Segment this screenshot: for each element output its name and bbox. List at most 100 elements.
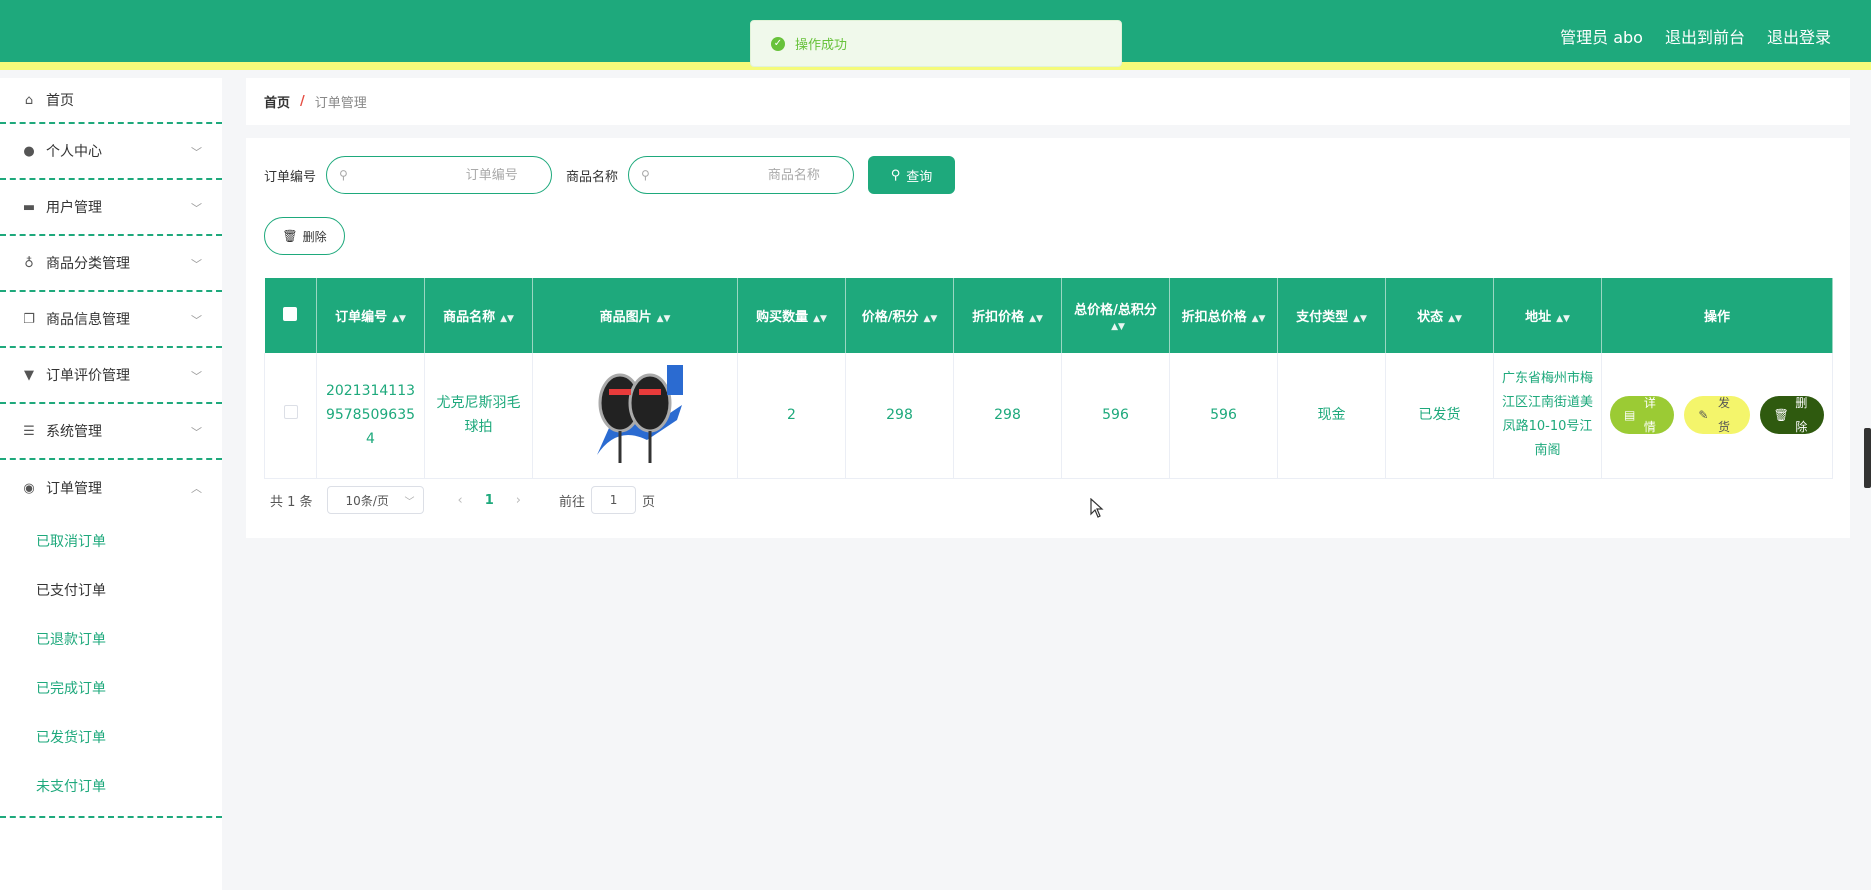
- header-actions: 管理员 abo 退出到前台 退出登录: [1560, 24, 1831, 48]
- submenu-completed-orders[interactable]: 已完成订单: [0, 663, 222, 712]
- sidebar-item-product-info[interactable]: ❐ 商品信息管理 ﹀: [0, 292, 222, 348]
- sort-icon: ▲▼: [1353, 314, 1367, 324]
- breadcrumb-current: 订单管理: [314, 96, 367, 111]
- delete-button[interactable]: 🗑 删除: [1759, 396, 1824, 435]
- qty-cell: 2: [737, 353, 846, 479]
- column-header[interactable]: 折扣总价格 ▲▼: [1169, 278, 1278, 353]
- batch-delete-button[interactable]: 🗑 删除: [264, 217, 345, 255]
- submenu-cancelled-orders[interactable]: 已取消订单: [0, 516, 222, 565]
- ship-button[interactable]: ✎ 发货: [1684, 396, 1750, 435]
- sidebar-item-label: 商品分类管理: [46, 256, 130, 272]
- pay-type-cell: 现金: [1277, 353, 1386, 479]
- query-button[interactable]: ⚲ 查询: [868, 156, 956, 194]
- order-no-cell: 20213141139578509635 4: [316, 353, 425, 479]
- trash-icon: 🗑: [282, 229, 298, 243]
- submenu-paid-orders[interactable]: 已支付订单: [0, 565, 222, 614]
- bulb-icon: ◉: [23, 480, 35, 496]
- product-name-input[interactable]: [649, 167, 820, 183]
- submenu-refunded-orders[interactable]: 已退款订单: [0, 614, 222, 663]
- column-header[interactable]: 总价格/总积分▲▼: [1061, 278, 1170, 353]
- sidebar-item-label: 商品信息管理: [46, 312, 130, 328]
- users-icon: ▬: [22, 199, 36, 215]
- orders-table: 订单编号 ▲▼ 商品名称 ▲▼ 商品图片 ▲▼ 购买数量 ▲▼ 价格/积分 ▲▼ 折扣价格…: [264, 278, 1833, 479]
- product-image-cell: [532, 353, 738, 479]
- select-all-checkbox[interactable]: [283, 306, 298, 321]
- chevron-down-icon: ﹀: [191, 146, 202, 159]
- column-header[interactable]: 订单编号 ▲▼: [316, 278, 425, 353]
- column-header[interactable]: 支付类型 ▲▼: [1277, 278, 1386, 353]
- status-cell: 已发货: [1385, 353, 1494, 479]
- logout-link[interactable]: 退出登录: [1767, 24, 1831, 48]
- success-toast: ✓ 操作成功: [750, 20, 1122, 67]
- sidebar: ⌂ 首页 ● 个人中心 ﹀ ▬ 用户管理 ﹀ ♁ 商品分类管理 ﹀ ❐ 商品信息…: [0, 78, 222, 890]
- order-no-input[interactable]: [347, 167, 518, 183]
- sidebar-item-personal[interactable]: ● 个人中心 ﹀: [0, 124, 222, 180]
- sort-icon: ▲▼: [500, 314, 514, 324]
- exit-to-front-link[interactable]: 退出到前台: [1665, 24, 1745, 48]
- page-size-select[interactable]: 10条/页 ﹀: [326, 486, 424, 514]
- sidebar-item-label: 用户管理: [46, 200, 102, 216]
- submenu-unpaid-orders[interactable]: 未支付订单: [0, 761, 222, 810]
- order-no-search-box: ⚲: [326, 156, 553, 194]
- sidebar-item-review[interactable]: ▼ 订单评价管理 ﹀: [0, 348, 222, 404]
- column-header[interactable]: 购买数量 ▲▼: [737, 278, 846, 353]
- orders-submenu: 已取消订单 已支付订单 已退款订单 已完成订单 已发货订单 未支付订单: [0, 516, 222, 818]
- discount-price-cell: 298: [953, 353, 1062, 479]
- edit-icon: ✎: [1698, 408, 1709, 423]
- sidebar-item-label: 首页: [46, 93, 74, 109]
- batch-delete-label: 删除: [302, 229, 327, 244]
- sidebar-item-users[interactable]: ▬ 用户管理 ﹀: [0, 180, 222, 236]
- mouse-cursor-icon: [1090, 498, 1104, 518]
- main-panel: 订单编号 ⚲ 商品名称 ⚲ ⚲ 查询 🗑 删除 订单编号▲▼: [246, 138, 1850, 538]
- column-header[interactable]: 商品图片 ▲▼: [532, 278, 738, 353]
- sort-icon: ▲▼: [1448, 314, 1462, 324]
- total-count: 共 1 条: [270, 494, 313, 510]
- sort-icon: ▲▼: [392, 314, 406, 324]
- sort-icon: ▲▼: [1556, 314, 1570, 324]
- sort-icon: ▲▼: [923, 314, 938, 324]
- search-icon: ⚲: [890, 167, 901, 183]
- sidebar-item-label: 订单管理: [46, 481, 102, 497]
- sidebar-item-label: 系统管理: [46, 424, 102, 440]
- sidebar-item-label: 个人中心: [46, 144, 102, 160]
- pagination: 共 1 条 10条/页 ﹀ ‹ 1 › 前往 1 页: [270, 486, 655, 514]
- check-circle-icon: ✓: [771, 36, 785, 51]
- user-icon: ●: [23, 143, 35, 159]
- chevron-down-icon: ﹀: [404, 496, 415, 508]
- sidebar-item-category[interactable]: ♁ 商品分类管理 ﹀: [0, 236, 222, 292]
- product-image: [587, 365, 683, 466]
- sort-icon: ▲▼: [1251, 314, 1266, 324]
- column-header[interactable]: 价格/积分 ▲▼: [845, 278, 954, 353]
- list-icon: ☰: [23, 423, 35, 439]
- product-name-search-box: ⚲: [628, 156, 855, 194]
- order-no-label: 订单编号: [264, 169, 317, 185]
- goto-page-input[interactable]: 1: [591, 486, 637, 514]
- query-button-label: 查询: [906, 169, 933, 185]
- column-header[interactable]: 折扣价格 ▲▼: [953, 278, 1062, 353]
- next-page-icon[interactable]: ›: [516, 493, 521, 508]
- sidebar-item-orders[interactable]: ◉ 订单管理 ︿: [0, 460, 222, 516]
- sidebar-item-system[interactable]: ☰ 系统管理 ﹀: [0, 404, 222, 460]
- price-cell: 298: [845, 353, 954, 479]
- page-number[interactable]: 1: [485, 493, 494, 508]
- breadcrumb: 首页 / 订单管理: [246, 78, 1850, 125]
- goto-prefix: 前往: [559, 494, 586, 510]
- chevron-down-icon: ﹀: [191, 258, 202, 271]
- chevron-down-icon: ﹀: [191, 314, 202, 327]
- microphone-icon: ♁: [24, 255, 34, 271]
- prev-page-icon[interactable]: ‹: [458, 493, 463, 508]
- sort-icon: ▲▼: [656, 314, 671, 324]
- search-icon: ⚲: [339, 168, 348, 182]
- column-header[interactable]: 地址 ▲▼: [1493, 278, 1602, 353]
- scrollbar-thumb[interactable]: [1864, 428, 1871, 488]
- column-header[interactable]: 状态 ▲▼: [1385, 278, 1494, 353]
- select-all-cell: [264, 278, 317, 353]
- detail-button[interactable]: ▤ 详情: [1610, 396, 1675, 435]
- admin-name: 管理员 abo: [1560, 28, 1643, 47]
- breadcrumb-separator: /: [300, 94, 305, 109]
- sidebar-item-home[interactable]: ⌂ 首页: [0, 78, 222, 124]
- submenu-shipped-orders[interactable]: 已发货订单: [0, 712, 222, 761]
- row-checkbox[interactable]: [283, 405, 298, 420]
- column-header[interactable]: 商品名称 ▲▼: [424, 278, 533, 353]
- breadcrumb-home[interactable]: 首页: [264, 92, 290, 111]
